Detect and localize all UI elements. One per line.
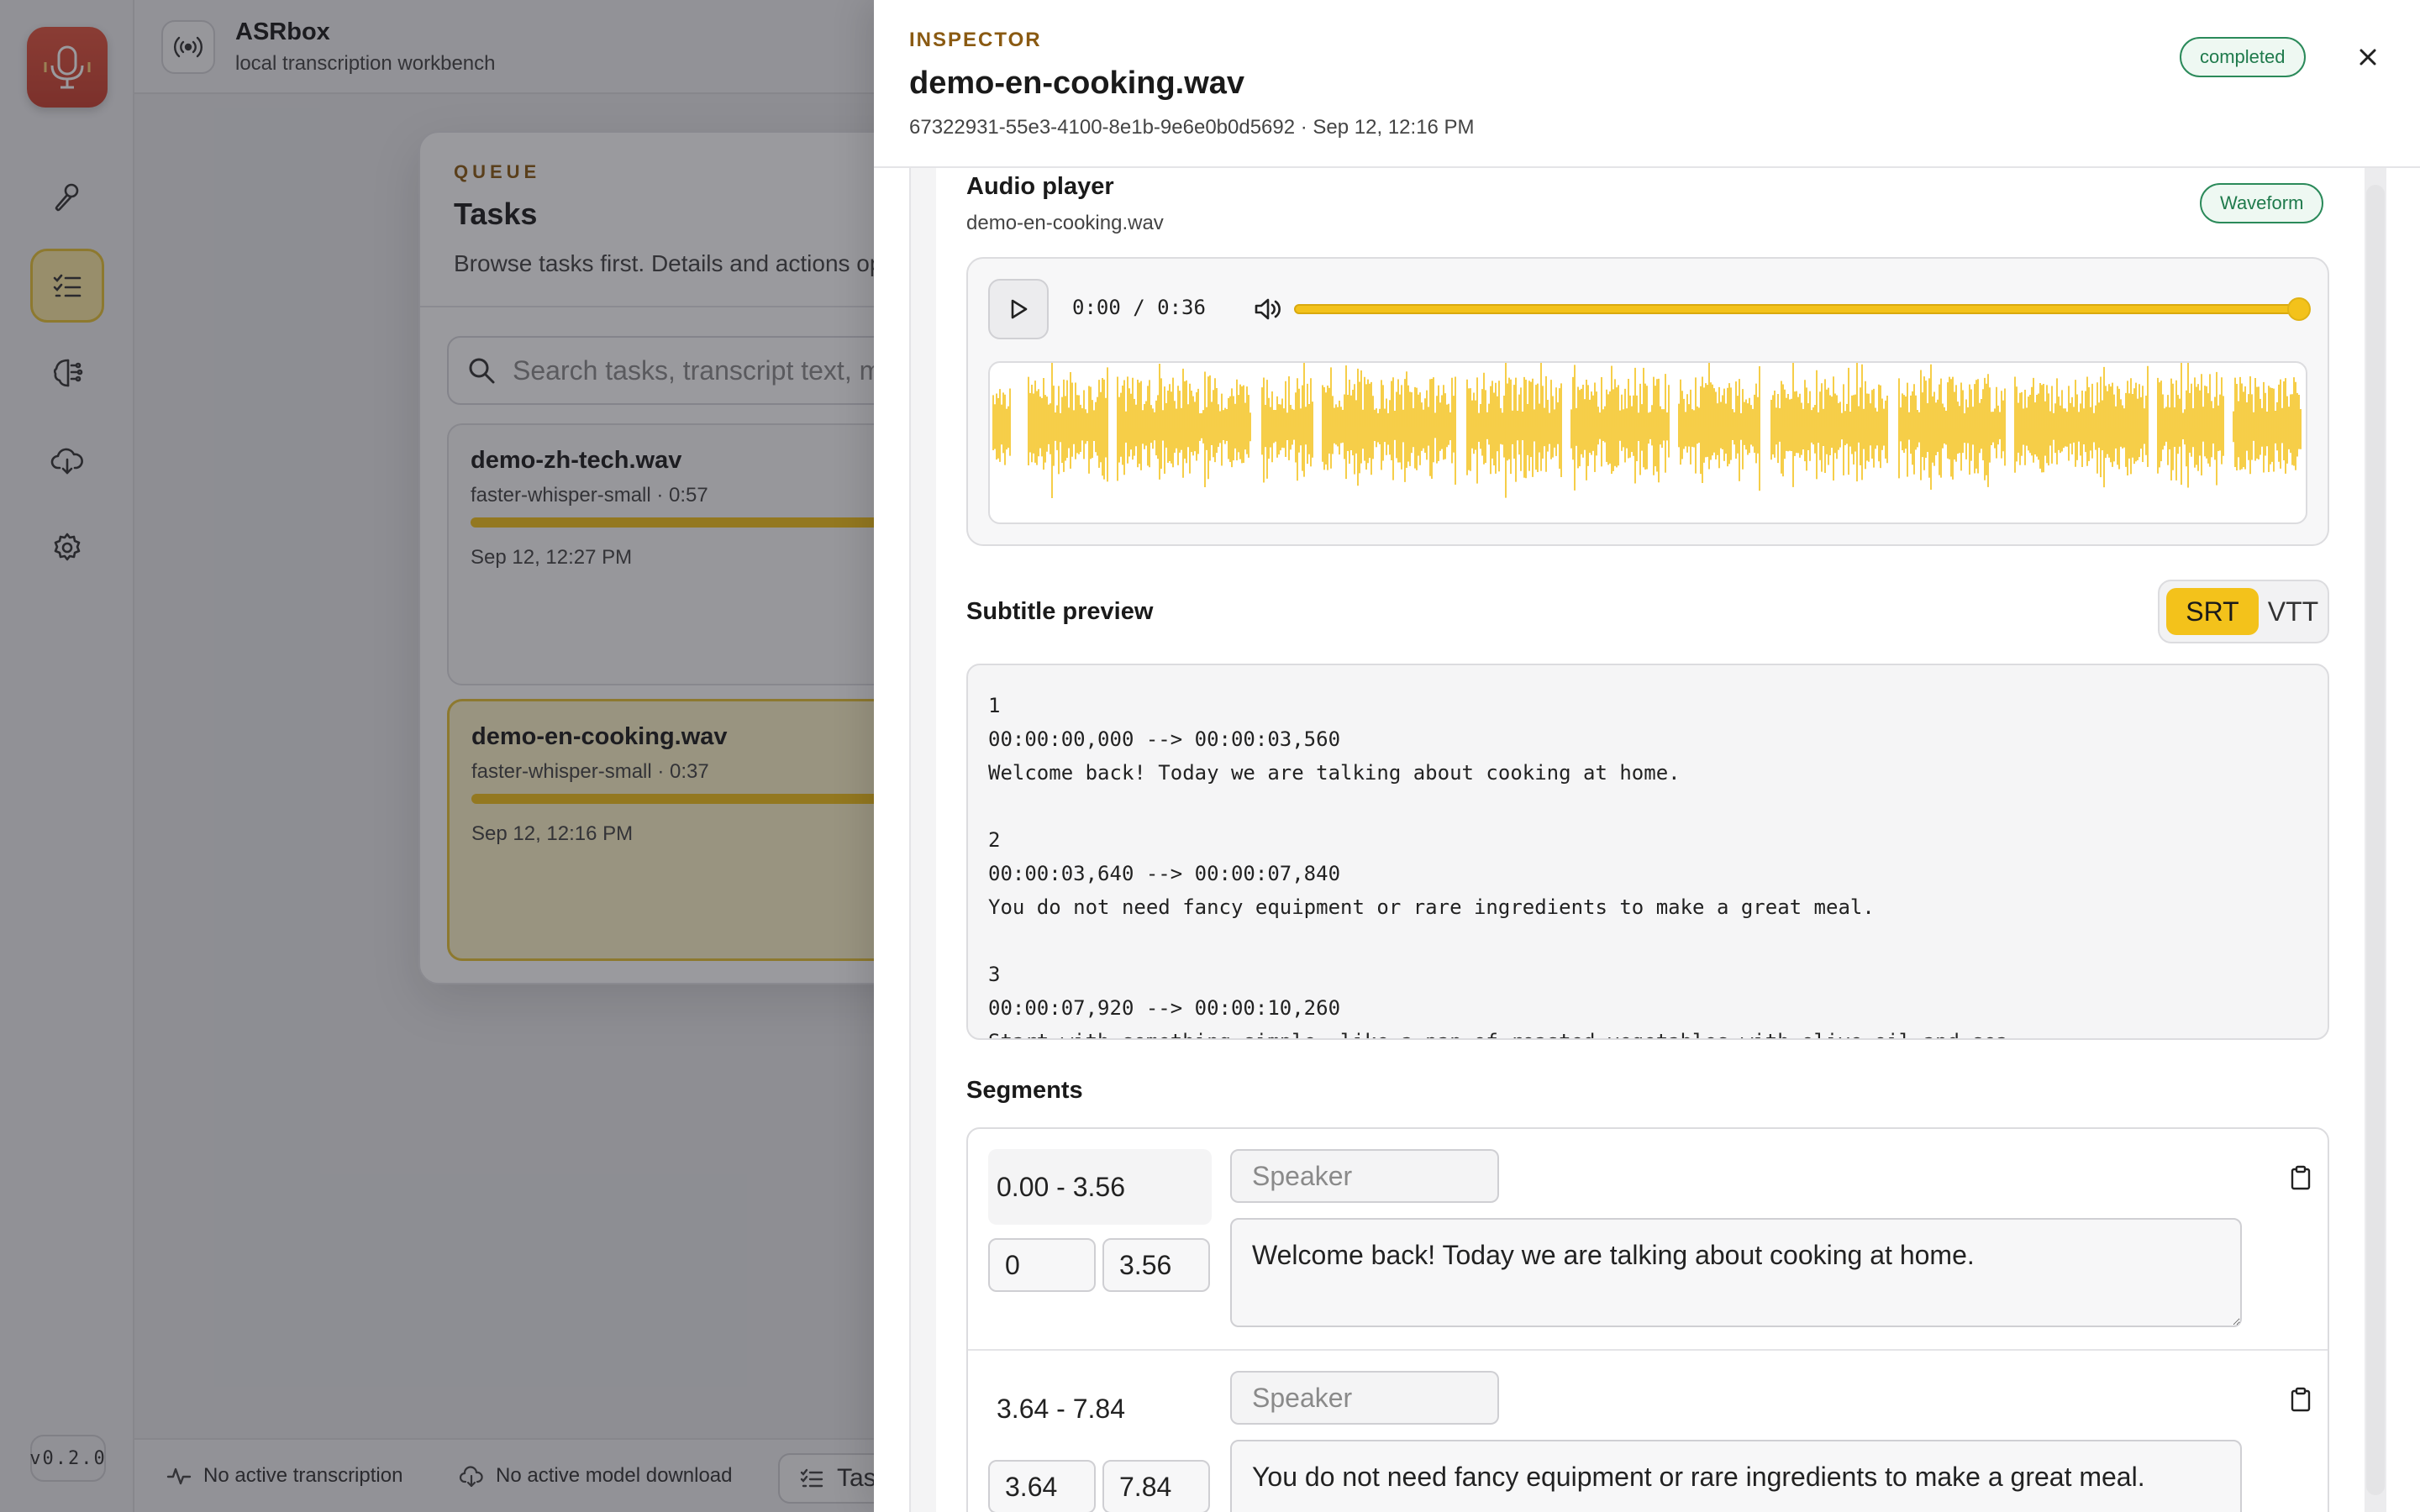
- waveform-display[interactable]: [988, 361, 2307, 524]
- inspector-subtitle: 67322931-55e3-4100-8e1b-9e6e0b0d5692 · S…: [909, 116, 1475, 139]
- volume-icon[interactable]: [1252, 294, 1282, 324]
- audio-filename: demo-en-cooking.wav: [966, 212, 1164, 234]
- segment-row: 3.64 - 7.84 You do not need fancy equipm…: [968, 1349, 2328, 1512]
- clipboard-icon: [2291, 1387, 2311, 1412]
- segment-start-input[interactable]: [988, 1460, 1096, 1512]
- audio-player: 0:00 / 0:36: [966, 257, 2329, 546]
- clipboard-icon: [2291, 1165, 2311, 1190]
- subtitle-preview-title: Subtitle preview: [966, 598, 1154, 625]
- modal-backdrop[interactable]: [0, 0, 874, 1512]
- segment-start-input[interactable]: [988, 1238, 1096, 1292]
- segment-text-input[interactable]: Welcome back! Today we are talking about…: [1230, 1218, 2242, 1327]
- inspector-header: INSPECTOR demo-en-cooking.wav 67322931-5…: [874, 0, 2420, 168]
- inspector-title: demo-en-cooking.wav: [909, 66, 1245, 101]
- segment-range: 3.64 - 7.84: [988, 1371, 1212, 1446]
- segments-list: 0.00 - 3.56 Welcome back! Today we are t…: [966, 1127, 2329, 1512]
- segment-end-input[interactable]: [1102, 1238, 1210, 1292]
- subtitle-format-toggle: SRT VTT: [2158, 580, 2329, 643]
- segment-speaker-input[interactable]: [1230, 1371, 1499, 1425]
- close-icon: [2360, 49, 2376, 66]
- play-icon: [1011, 299, 1028, 319]
- segment-speaker-input[interactable]: [1230, 1149, 1499, 1203]
- inspector-scrollbar-thumb[interactable]: [2366, 185, 2385, 1495]
- segment-range: 0.00 - 3.56: [988, 1149, 1212, 1225]
- waveform-toggle[interactable]: Waveform: [2200, 183, 2324, 223]
- audio-player-title: Audio player: [966, 173, 1114, 200]
- format-srt-button[interactable]: SRT: [2166, 588, 2259, 635]
- copy-segment-button[interactable]: [2284, 1383, 2317, 1416]
- inspector-drawer: INSPECTOR demo-en-cooking.wav 67322931-5…: [874, 0, 2420, 1512]
- playback-time: 0:00 / 0:36: [1072, 296, 1206, 319]
- play-button[interactable]: [988, 279, 1049, 339]
- segment-row: 0.00 - 3.56 Welcome back! Today we are t…: [968, 1129, 2328, 1349]
- close-inspector-button[interactable]: [2348, 37, 2388, 77]
- seek-bar[interactable]: [1294, 304, 2301, 314]
- waveform-graphic: [992, 363, 2302, 499]
- segment-text-input[interactable]: You do not need fancy equipment or rare …: [1230, 1440, 2242, 1512]
- segment-end-input[interactable]: [1102, 1460, 1210, 1512]
- inspector-eyebrow: INSPECTOR: [909, 29, 1042, 51]
- status-badge: completed: [2180, 37, 2306, 77]
- subtitle-preview-text[interactable]: 1 00:00:00,000 --> 00:00:03,560 Welcome …: [966, 664, 2329, 1040]
- subtitle-preview-content: 1 00:00:00,000 --> 00:00:03,560 Welcome …: [988, 694, 2008, 1038]
- copy-segment-button[interactable]: [2284, 1161, 2317, 1194]
- seek-handle[interactable]: [2287, 297, 2311, 321]
- format-vtt-button[interactable]: VTT: [2262, 588, 2324, 635]
- segments-title: Segments: [966, 1077, 1083, 1104]
